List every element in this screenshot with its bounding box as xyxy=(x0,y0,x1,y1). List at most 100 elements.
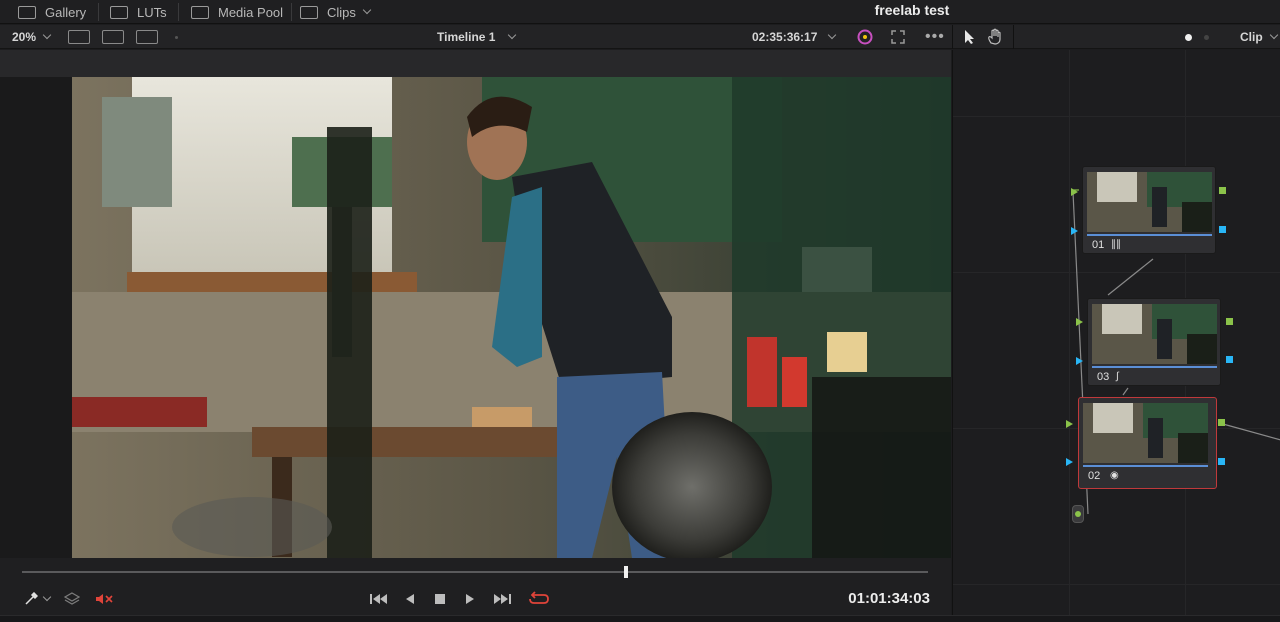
node-input-port[interactable] xyxy=(1066,420,1073,428)
record-timecode: 01:01:34:03 xyxy=(848,590,930,607)
source-input-node[interactable] xyxy=(1072,505,1084,523)
node-alpha-input-port[interactable] xyxy=(1071,227,1078,235)
layers-button[interactable] xyxy=(63,590,81,608)
node-03[interactable]: 03 ∫ xyxy=(1087,298,1221,386)
viewer-left-pad xyxy=(0,77,72,558)
node-editor[interactable]: 01 ∥∥ 03 ∫ 02 ◉ xyxy=(952,50,1280,615)
node-alpha-output-port[interactable] xyxy=(1226,356,1233,363)
node-01[interactable]: 01 ∥∥ xyxy=(1082,166,1216,254)
divider xyxy=(291,3,292,21)
thumbnail-image xyxy=(1083,403,1208,463)
top-tab-bar: Gallery LUTs Media Pool Clips freelab te… xyxy=(0,0,1280,24)
viewer-strip xyxy=(0,50,951,77)
video-frame[interactable] xyxy=(72,77,951,558)
node-alpha-input-port[interactable] xyxy=(1066,458,1073,466)
split-view-icon[interactable] xyxy=(136,30,158,44)
fullscreen-button[interactable] xyxy=(891,25,905,49)
go-to-end-button[interactable] xyxy=(491,590,513,608)
tab-gallery[interactable]: Gallery xyxy=(18,0,86,24)
scrubber-track[interactable] xyxy=(22,571,928,573)
media-pool-icon xyxy=(191,5,209,19)
playhead[interactable] xyxy=(624,566,629,578)
play-button[interactable] xyxy=(463,590,477,608)
zoom-value: 20% xyxy=(12,30,37,44)
luts-icon xyxy=(110,5,128,19)
pointer-icon xyxy=(965,30,974,44)
loop-icon xyxy=(529,591,549,604)
chevron-down-icon xyxy=(1269,30,1278,40)
layers-icon xyxy=(64,592,80,605)
play-icon xyxy=(466,594,474,604)
color-picker-icon xyxy=(857,29,873,45)
source-port xyxy=(1075,511,1081,517)
pointer-tool[interactable] xyxy=(963,25,975,49)
divider xyxy=(98,3,99,21)
fx-icon: ◉ xyxy=(1110,470,1119,481)
stop-icon xyxy=(435,594,445,604)
tab-luts[interactable]: LUTs xyxy=(110,0,167,24)
node-input-port[interactable] xyxy=(1071,188,1078,196)
reverse-play-button[interactable] xyxy=(403,590,417,608)
thumbnail-image xyxy=(1092,304,1217,364)
node-bar xyxy=(1087,234,1212,236)
node-number: 02 xyxy=(1088,470,1101,482)
node-alpha-output-port[interactable] xyxy=(1218,458,1225,465)
status-dot xyxy=(175,36,178,39)
hand-tool[interactable] xyxy=(986,25,1004,49)
divider xyxy=(952,25,953,49)
node-output-port[interactable] xyxy=(1218,419,1225,426)
page-indicator[interactable] xyxy=(1204,35,1209,40)
tab-luts-label: LUTs xyxy=(137,4,167,20)
mute-button[interactable] xyxy=(95,590,115,608)
skip-to-end-icon xyxy=(494,594,511,604)
node-bar xyxy=(1083,465,1208,467)
zoom-dropdown[interactable]: 20% xyxy=(12,25,52,49)
node-mode-dropdown[interactable]: Clip xyxy=(1240,25,1278,49)
source-timecode-dropdown[interactable]: 02:35:36:17 xyxy=(752,25,837,49)
node-thumbnail xyxy=(1083,403,1208,463)
grid-view-icon[interactable] xyxy=(102,30,124,44)
chevron-down-icon xyxy=(362,5,372,15)
chevron-down-icon xyxy=(42,30,52,40)
node-input-port[interactable] xyxy=(1076,318,1083,326)
project-title: freelab test xyxy=(874,2,950,18)
viewer-toolbar: 20% Timeline 1 02:35:36:17 ••• Clip xyxy=(0,25,1280,49)
node-number: 01 xyxy=(1092,239,1105,251)
node-number: 03 xyxy=(1097,371,1110,383)
eyedropper-dropdown[interactable] xyxy=(22,590,52,608)
workshop-image xyxy=(72,77,951,558)
node-bar xyxy=(1092,366,1217,368)
timeline-name: Timeline 1 xyxy=(437,30,496,44)
tab-gallery-label: Gallery xyxy=(45,4,87,20)
tab-clips[interactable]: Clips xyxy=(300,0,372,24)
thumbnail-image xyxy=(1087,172,1212,232)
single-view-icon[interactable] xyxy=(68,30,90,44)
curve-icon: ∫ xyxy=(1116,371,1119,382)
chevron-down-icon xyxy=(508,30,517,40)
expand-icon xyxy=(891,30,905,44)
more-options-icon[interactable]: ••• xyxy=(925,25,945,49)
divider xyxy=(178,3,179,21)
speaker-muted-icon xyxy=(96,594,113,604)
bottom-border xyxy=(0,615,1280,622)
node-02[interactable]: 02 ◉ xyxy=(1078,397,1217,489)
source-timecode: 02:35:36:17 xyxy=(752,30,818,44)
hand-icon xyxy=(988,28,1001,45)
skip-to-start-icon xyxy=(370,594,387,604)
stop-button[interactable] xyxy=(433,590,447,608)
tab-media-pool-label: Media Pool xyxy=(218,4,284,20)
page-indicator-active[interactable] xyxy=(1185,34,1192,41)
node-output-port[interactable] xyxy=(1219,187,1226,194)
loop-button[interactable] xyxy=(528,590,550,608)
timeline-dropdown[interactable]: Timeline 1 xyxy=(437,25,517,49)
tab-media-pool[interactable]: Media Pool xyxy=(191,0,283,24)
color-wheel-button[interactable] xyxy=(856,25,874,49)
go-to-start-button[interactable] xyxy=(369,590,389,608)
gallery-icon xyxy=(18,5,36,19)
tab-clips-label: Clips xyxy=(327,4,356,20)
node-alpha-input-port[interactable] xyxy=(1076,357,1083,365)
eyedropper-icon xyxy=(25,592,38,605)
node-thumbnail xyxy=(1092,304,1217,364)
node-output-port[interactable] xyxy=(1226,318,1233,325)
node-alpha-output-port[interactable] xyxy=(1219,226,1226,233)
